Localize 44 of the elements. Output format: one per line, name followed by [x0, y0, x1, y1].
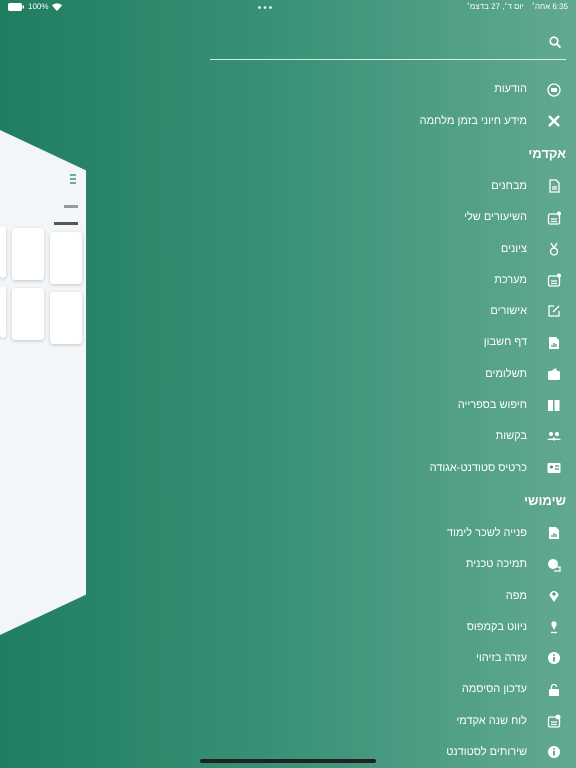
status-date: יום ד׳, 27 בדצמ׳ — [466, 1, 524, 13]
section-heading: אקדמי — [528, 144, 566, 163]
menu-item[interactable]: אישורים — [490, 303, 527, 320]
menu-item[interactable]: תמיכה טכנית — [466, 556, 527, 573]
status-time: 6:35 אחה׳ — [532, 1, 568, 13]
message-icon — [547, 82, 561, 97]
calendar-icon — [547, 210, 561, 225]
medal-icon — [547, 242, 561, 256]
menu-item[interactable]: דף חשבון — [484, 334, 527, 351]
menu-item[interactable]: עדכון הסיסמה — [462, 681, 527, 698]
menu-item[interactable]: ציונים — [500, 240, 527, 258]
lock-icon — [547, 682, 561, 697]
search-icon — [549, 36, 561, 48]
menu-item[interactable]: השיעורים שלי — [464, 209, 527, 226]
menu-item[interactable]: בקשות — [496, 428, 527, 445]
menu-item[interactable]: כרטיס סטודנט-אגודה — [430, 460, 527, 476]
menu-item[interactable]: מידע חיוני בזמן מלחמה — [420, 112, 527, 130]
section-heading: שימושי — [524, 492, 566, 510]
chart-document-icon — [547, 336, 561, 350]
menu-item[interactable]: שירותים לסטודנט — [446, 744, 527, 761]
menu-item[interactable]: עזרה בזיהוי — [476, 650, 527, 667]
location-pin-icon — [547, 588, 561, 603]
battery-percent: 100% — [28, 1, 48, 13]
menu-item[interactable]: תשלומים — [485, 366, 527, 382]
menu-item[interactable]: פנייה לשכר לימוד — [447, 524, 527, 542]
battery-icon — [8, 3, 24, 11]
menu-item[interactable]: מערכת — [494, 272, 527, 288]
info-icon — [547, 745, 561, 760]
dots-icon — [258, 6, 272, 8]
wifi-icon — [52, 3, 62, 11]
menu-item[interactable]: הודעות — [494, 81, 527, 98]
id-card-icon — [547, 460, 561, 475]
document-icon — [547, 179, 561, 194]
info-icon — [547, 651, 561, 666]
menu-item[interactable]: לוח שנה אקדמי — [456, 712, 527, 730]
books-icon — [547, 398, 561, 412]
edit-icon — [547, 304, 561, 318]
menu-item[interactable]: מבחנים — [491, 178, 527, 194]
menu-item[interactable]: מפה — [506, 588, 527, 604]
calendar-icon — [547, 273, 561, 288]
calendar-icon — [547, 714, 561, 728]
chart-document-icon — [547, 526, 561, 540]
menu-item[interactable]: חיפוש בספרייה — [458, 397, 527, 414]
menu-item[interactable]: ניווט בקמפוס — [466, 618, 527, 636]
